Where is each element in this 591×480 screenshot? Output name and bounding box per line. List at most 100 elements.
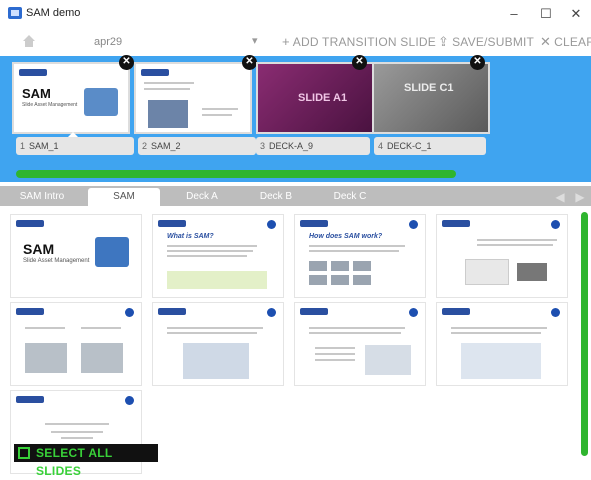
logo xyxy=(300,308,328,315)
text-line xyxy=(144,88,190,90)
text-line xyxy=(309,245,405,247)
tab-deck-c[interactable]: Deck C xyxy=(318,188,382,206)
thumb-title: What is SAM? xyxy=(167,233,214,240)
tab-deck-b[interactable]: Deck B xyxy=(244,188,308,206)
scroll-left-icon[interactable]: ◀ xyxy=(552,189,568,205)
pin-icon xyxy=(409,308,418,317)
selected-slide-3[interactable]: SLIDE A1 xyxy=(256,62,374,134)
close-icon: ✕ xyxy=(540,34,552,49)
slide-label-3: 3 DECK-A_9 xyxy=(256,137,370,155)
home-icon[interactable] xyxy=(22,34,36,48)
logo xyxy=(442,220,470,227)
text-line xyxy=(25,327,65,329)
chevron-down-icon[interactable]: ▾ xyxy=(252,34,258,47)
screenshot-image xyxy=(81,343,123,373)
text-line xyxy=(167,332,257,334)
tab-sam-intro[interactable]: SAM Intro xyxy=(10,188,74,206)
pin-icon xyxy=(267,220,276,229)
deck-name: apr29 xyxy=(94,36,123,48)
mini-slide xyxy=(331,261,349,271)
title-bar: SAM demo – ☐ ✕ xyxy=(0,0,591,28)
slide-thumbnail-7[interactable] xyxy=(294,302,426,386)
upload-icon: ⇪ xyxy=(438,34,450,49)
tab-sam[interactable]: SAM xyxy=(88,188,160,206)
selected-slide-1[interactable]: SAM Slide Asset Management xyxy=(12,62,130,134)
text-line xyxy=(315,359,355,361)
text-line xyxy=(167,245,257,247)
logo xyxy=(158,308,186,315)
mini-slide xyxy=(353,275,371,285)
remove-slide-4-icon[interactable]: ✕ xyxy=(470,55,485,70)
slide-thumbnail-8[interactable] xyxy=(436,302,568,386)
pin-icon xyxy=(551,220,560,229)
text-line xyxy=(202,108,238,110)
logo xyxy=(141,69,169,76)
slide-thumbnail-1[interactable]: SAM Slide Asset Management xyxy=(10,214,142,298)
text-line xyxy=(45,423,109,425)
text-line xyxy=(315,347,355,349)
logo xyxy=(442,308,470,315)
selected-slide-4[interactable]: SLIDE C1 xyxy=(372,62,490,134)
logo xyxy=(19,69,47,76)
slide-thumbnail-3[interactable]: How does SAM work? xyxy=(294,214,426,298)
remove-slide-1-icon[interactable]: ✕ xyxy=(119,55,134,70)
window-title: SAM demo xyxy=(26,7,81,19)
slide-subtitle: Slide Asset Management xyxy=(22,102,78,108)
clear-button[interactable]: ✕ CLEAR xyxy=(540,34,591,50)
screenshot-image xyxy=(183,343,249,379)
text-line xyxy=(451,327,547,329)
plus-icon: + xyxy=(282,34,290,49)
maximize-button[interactable]: ☐ xyxy=(532,4,560,24)
pin-icon xyxy=(409,220,418,229)
text-line xyxy=(202,114,232,116)
deck-tabs: SAM Intro SAM Deck A Deck B Deck C ◀ ▶ xyxy=(0,186,591,206)
pin-icon xyxy=(267,308,276,317)
text-line xyxy=(309,327,405,329)
minimize-button[interactable]: – xyxy=(500,4,528,24)
text-line xyxy=(81,327,121,329)
mini-slide xyxy=(331,275,349,285)
text-line xyxy=(309,332,401,334)
tab-deck-a[interactable]: Deck A xyxy=(170,188,234,206)
slide-thumbnail-2[interactable]: What is SAM? xyxy=(152,214,284,298)
screenshot-image xyxy=(465,259,509,285)
slide-thumbnail-4[interactable] xyxy=(436,214,568,298)
remove-slide-2-icon[interactable]: ✕ xyxy=(242,55,257,70)
text-line xyxy=(51,431,103,433)
pin-icon xyxy=(551,308,560,317)
screenshot-image xyxy=(461,343,541,379)
text-line xyxy=(309,250,399,252)
thumb-subtitle: Slide Asset Management xyxy=(23,258,90,264)
app-icon xyxy=(8,7,22,19)
text-line xyxy=(167,250,253,252)
add-transition-slide-button[interactable]: + ADD TRANSITION SLIDE xyxy=(282,34,436,49)
screenshot-image xyxy=(148,100,188,128)
slide-text: SLIDE A1 xyxy=(298,92,348,104)
text-line xyxy=(451,332,541,334)
text-line xyxy=(167,255,247,257)
remove-slide-3-icon[interactable]: ✕ xyxy=(352,55,367,70)
scroll-right-icon[interactable]: ▶ xyxy=(572,189,588,205)
slide-label-1: 1 SAM_1 xyxy=(16,137,134,155)
progress-bar xyxy=(16,170,456,178)
text-line xyxy=(477,244,553,246)
slide-thumbnail-5[interactable] xyxy=(10,302,142,386)
selected-slide-2[interactable] xyxy=(134,62,252,134)
toolbar: apr29 ▾ + ADD TRANSITION SLIDE ⇪ SAVE/SUBM… xyxy=(0,28,591,56)
select-all-icon xyxy=(18,447,30,459)
slide-grid: SAM Slide Asset Management What is SAM? … xyxy=(0,206,578,474)
logo xyxy=(16,308,44,315)
screenshot-image xyxy=(365,345,411,375)
save-submit-button[interactable]: ⇪ SAVE/SUBMIT xyxy=(438,34,534,50)
slide-title: SAM xyxy=(22,86,51,101)
text-line xyxy=(167,327,263,329)
logo xyxy=(158,220,186,227)
slide-thumbnail-6[interactable] xyxy=(152,302,284,386)
thumb-title: SAM xyxy=(23,241,55,257)
select-all-slides-button[interactable]: SELECT ALL SLIDES xyxy=(14,444,158,478)
text-line xyxy=(315,353,355,355)
mini-slide xyxy=(309,275,327,285)
logo xyxy=(16,396,44,403)
scrollbar-thumb[interactable] xyxy=(581,212,588,456)
close-button[interactable]: ✕ xyxy=(562,4,590,24)
